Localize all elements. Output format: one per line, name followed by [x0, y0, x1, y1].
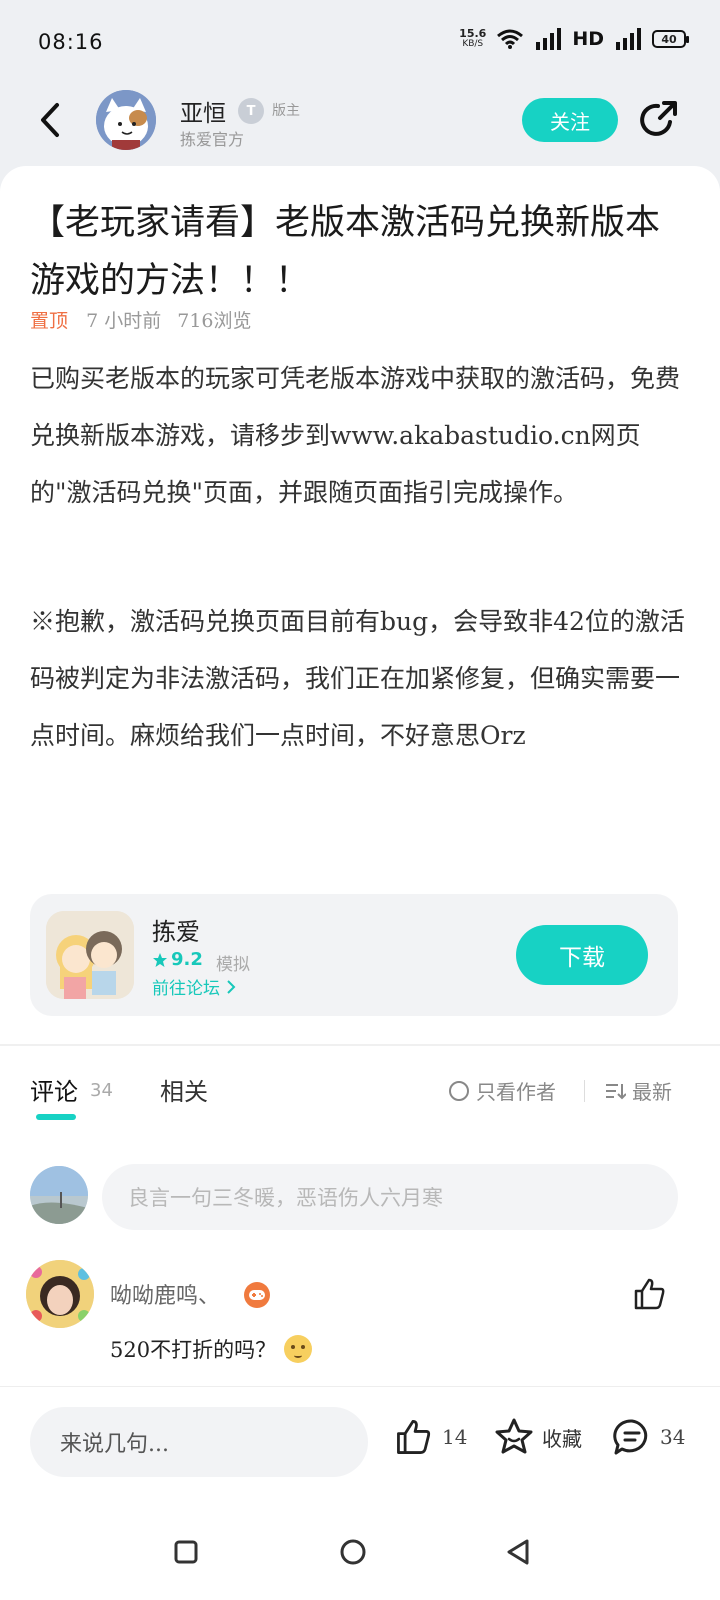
comment-body: 520不打折的吗？ [110, 1338, 277, 1362]
battery-icon: 40 [652, 30, 689, 48]
rating-value: 9.2 [171, 949, 203, 970]
comment-button[interactable]: 34 [612, 1417, 685, 1457]
wifi-icon [497, 29, 524, 49]
thumbs-up-icon [634, 1278, 665, 1310]
gamer-badge-icon [244, 1282, 270, 1308]
pinned-label: 置顶 [30, 310, 69, 332]
gamepad-icon [249, 1290, 265, 1300]
commenter-photo-icon [26, 1260, 94, 1328]
back-button[interactable] [30, 98, 70, 142]
author-only-toggle[interactable]: 只看作者 [448, 1076, 556, 1105]
post-time: 7 小时前 [86, 310, 162, 332]
signal-icon-2 [616, 28, 641, 50]
sort-icon [606, 1083, 626, 1099]
comments-count: 34 [90, 1080, 113, 1101]
triangle-back-icon [507, 1539, 529, 1565]
chevron-right-icon [227, 979, 236, 994]
like-button[interactable]: 14 [394, 1417, 467, 1457]
radio-icon [449, 1080, 469, 1101]
chevron-left-icon [41, 103, 59, 137]
current-user-avatar [30, 1166, 88, 1224]
recent-apps-button[interactable] [166, 1532, 206, 1572]
filter-separator [584, 1080, 585, 1102]
comment-tabs: 评论 34 相关 只看作者 最新 [0, 1072, 720, 1122]
game-genre-tag: 模拟 [216, 955, 250, 975]
comment-username[interactable]: 呦呦鹿鸣、 [110, 1278, 220, 1310]
comment-count: 34 [660, 1425, 686, 1449]
game-rating: 9.2 [152, 949, 203, 970]
signal-icon [536, 28, 562, 50]
author-level-badge: T [238, 98, 264, 124]
status-bar: 08:16 15.6 KB/S HD 40 [0, 0, 720, 80]
favorite-label: 收藏 [542, 1426, 582, 1451]
status-icons: 15.6 KB/S HD 40 [459, 27, 689, 50]
system-back-button[interactable] [498, 1532, 538, 1572]
game-name: 拣爱 [152, 918, 200, 946]
tab-comments[interactable]: 评论 [30, 1072, 78, 1107]
share-button[interactable] [636, 98, 680, 142]
author-only-label: 只看作者 [476, 1080, 556, 1104]
system-nav-bar [0, 1504, 720, 1600]
share-icon [640, 101, 677, 136]
status-time: 08:16 [38, 30, 104, 54]
post-header: 亚恒 T 版主 拣爱官方 关注 [0, 80, 720, 164]
divider [0, 1044, 720, 1046]
tab-active-indicator [36, 1114, 76, 1120]
star-icon [153, 952, 167, 967]
sort-latest-button[interactable]: 最新 [604, 1076, 672, 1105]
comment-input[interactable]: 良言一句三冬暖，恶语伤人六月寒 [102, 1164, 678, 1230]
post-views: 716浏览 [177, 310, 252, 332]
post-paragraph: 已购买老版本的玩家可凭老版本游戏中获取的激活码，免费兑换新版本游戏，请移步到ww… [30, 364, 681, 507]
sky-avatar-icon [30, 1166, 88, 1224]
thumbs-up-icon [397, 1420, 431, 1454]
forum-link[interactable]: 前往论坛 [152, 974, 236, 999]
comment-bubble-icon [613, 1419, 648, 1455]
author-role: 版主 [272, 103, 300, 119]
tab-related[interactable]: 相关 [160, 1072, 208, 1107]
download-button[interactable]: 下载 [516, 925, 648, 985]
sort-label: 最新 [632, 1080, 672, 1104]
post-body: 已购买老版本的玩家可凭老版本游戏中获取的激活码，免费兑换新版本游戏，请移步到ww… [30, 350, 690, 764]
author-name[interactable]: 亚恒 [180, 94, 226, 128]
game-art-icon [46, 911, 134, 999]
star-outline-icon [495, 1418, 533, 1454]
reply-input[interactable]: 来说几句... [30, 1407, 368, 1477]
commenter-avatar[interactable] [26, 1260, 94, 1328]
post-paragraph: ※抱歉，激活码兑换页面目前有bug，会导致非42位的激活码被判定为非法激活码，我… [30, 607, 685, 750]
game-icon [46, 911, 134, 999]
favorite-button[interactable]: 收藏 [494, 1417, 582, 1457]
hd-indicator: HD [572, 28, 604, 50]
game-card[interactable]: 拣爱 9.2 模拟 前往论坛 下载 [30, 894, 678, 1016]
smile-emoji-icon [284, 1335, 313, 1363]
network-speed: 15.6 KB/S [459, 27, 487, 49]
comment-text: 520不打折的吗？ [110, 1334, 313, 1364]
circle-icon [340, 1539, 366, 1565]
post-card: 【老玩家请看】老版本激活码兑换新版本游戏的方法！！！ 置顶 7 小时前 716浏… [0, 166, 720, 1401]
post-title: 【老玩家请看】老版本激活码兑换新版本游戏的方法！！！ [30, 203, 661, 301]
bottom-action-bar: 来说几句... 14 收藏 34 [0, 1386, 720, 1504]
forum-link-label: 前往论坛 [152, 979, 220, 999]
square-icon [174, 1540, 198, 1564]
post-meta: 置顶 7 小时前 716浏览 [30, 306, 252, 333]
like-count: 14 [442, 1425, 468, 1449]
comment-like-button[interactable] [632, 1276, 668, 1312]
cat-avatar-icon [96, 90, 156, 150]
home-button[interactable] [333, 1532, 373, 1572]
follow-button[interactable]: 关注 [522, 98, 618, 142]
author-subtitle: 拣爱官方 [180, 130, 245, 149]
author-avatar[interactable] [96, 90, 156, 150]
